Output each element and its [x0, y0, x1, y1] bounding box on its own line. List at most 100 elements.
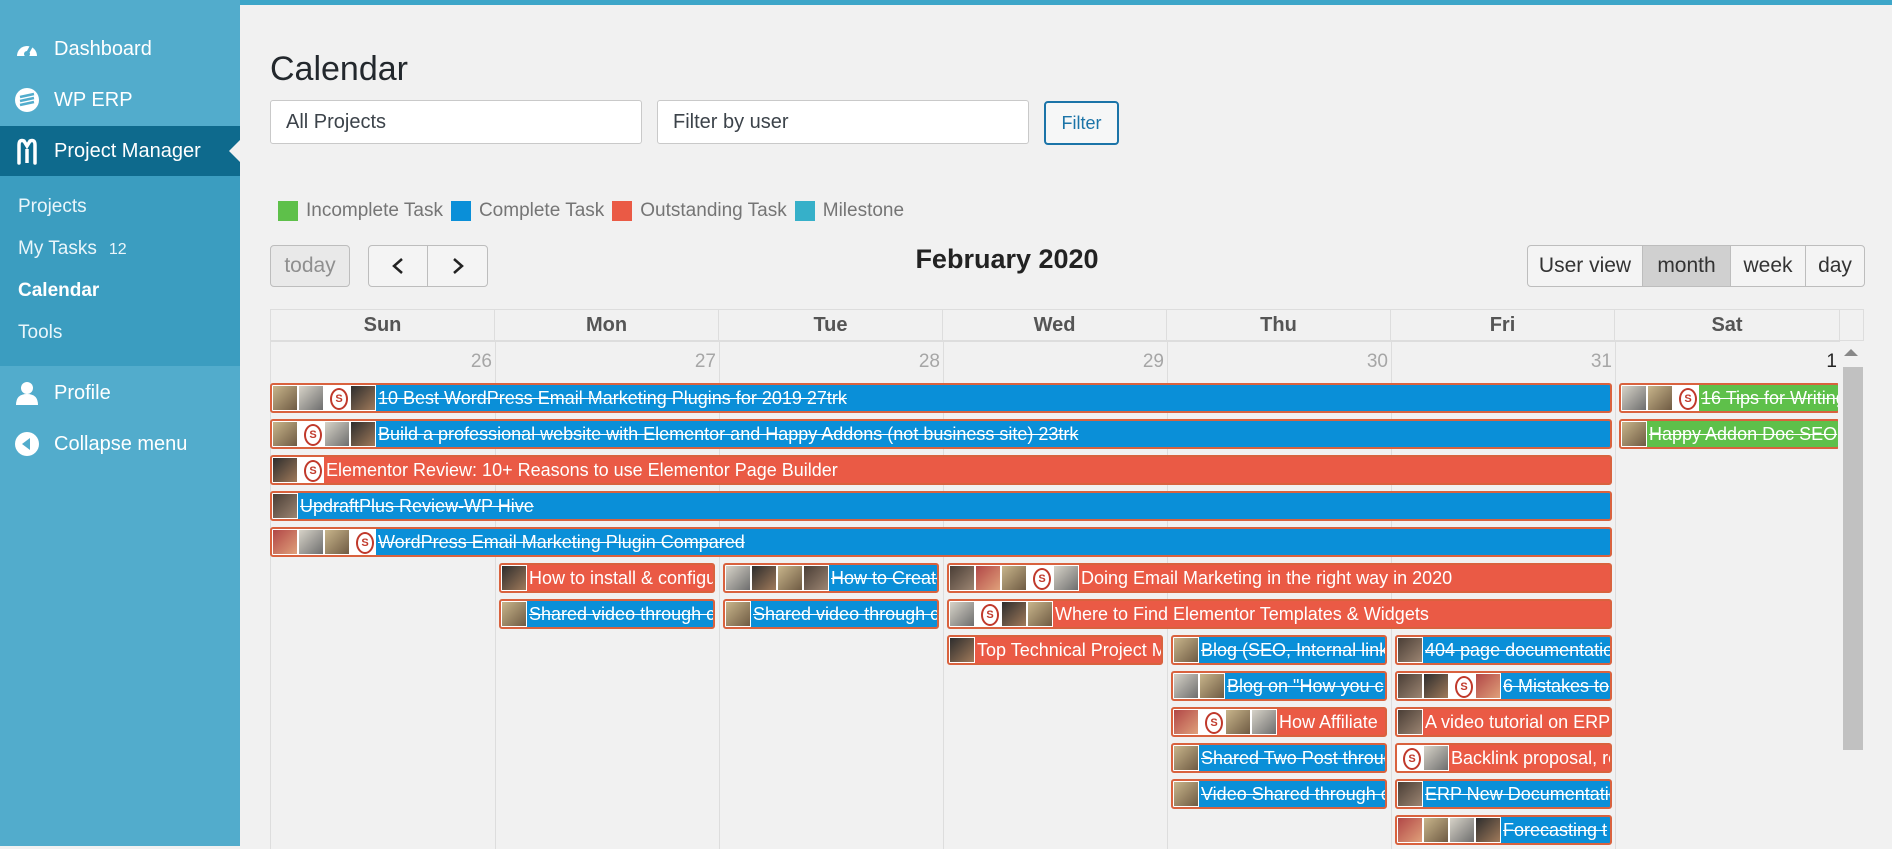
calendar-event[interactable]: How to install & configure: [499, 563, 715, 593]
header-scroll-gutter: [1840, 309, 1864, 341]
calendar-event[interactable]: How Affiliate: [1171, 707, 1387, 737]
day-number[interactable]: 26: [270, 351, 492, 373]
avatar: [1449, 673, 1475, 699]
avatar: [350, 529, 376, 555]
day-number[interactable]: 1: [1615, 351, 1837, 373]
submenu-tools[interactable]: Tools: [18, 322, 62, 344]
avatar: [949, 565, 975, 591]
legend-label: Milestone: [822, 200, 905, 221]
avatar: [1173, 637, 1199, 663]
menu-collapse[interactable]: Collapse menu: [0, 419, 240, 469]
calendar-event[interactable]: Top Technical Project M: [947, 635, 1163, 665]
submenu-calendar[interactable]: Calendar: [18, 280, 99, 302]
calendar-event[interactable]: ERP New Documentatio: [1395, 779, 1612, 809]
menu-profile[interactable]: Profile: [0, 368, 240, 418]
submenu-my-tasks[interactable]: My Tasks 12: [18, 238, 127, 260]
user-filter-select[interactable]: Filter by user: [657, 100, 1029, 144]
avatar: [1397, 709, 1423, 735]
event-title: How to install & configure: [529, 567, 715, 588]
active-caret: [229, 140, 240, 162]
calendar-event[interactable]: Video Shared through c: [1171, 779, 1387, 809]
project-manager-submenu: Projects My Tasks 12 Calendar Tools: [0, 176, 240, 366]
calendar-event[interactable]: WordPress Email Marketing Plugin Compare…: [270, 527, 1612, 557]
admin-sidebar: Dashboard WP ERP Project Manager Project…: [0, 0, 240, 846]
day-number[interactable]: 28: [719, 351, 940, 373]
menu-label: Collapse menu: [54, 432, 188, 455]
event-title: 6 Mistakes to: [1503, 675, 1610, 696]
event-title: A video tutorial on ERP: [1425, 711, 1611, 732]
avatar: [298, 385, 324, 411]
calendar-event[interactable]: How to Create: [723, 563, 939, 593]
calendar-event[interactable]: Where to Find Elementor Templates & Widg…: [947, 599, 1612, 629]
calendar-event[interactable]: Backlink proposal, re: [1395, 743, 1612, 773]
calendar-event[interactable]: UpdraftPlus Review-WP Hive: [270, 491, 1612, 521]
day-number[interactable]: 31: [1391, 351, 1612, 373]
col-header-sun: Sun: [270, 309, 495, 341]
day-number[interactable]: 29: [943, 351, 1164, 373]
day-number[interactable]: 30: [1167, 351, 1388, 373]
page-title: Calendar: [270, 50, 408, 88]
scroll-up-arrow-icon[interactable]: [1844, 349, 1858, 356]
menu-dashboard[interactable]: Dashboard: [0, 24, 240, 74]
avatar: [1173, 673, 1199, 699]
col-divider: [270, 341, 271, 849]
col-header-mon: Mon: [495, 309, 719, 341]
avatar: [975, 565, 1001, 591]
calendar-event[interactable]: Blog (SEO, Internal links: [1171, 635, 1387, 665]
menu-wp-erp[interactable]: WP ERP: [0, 75, 240, 125]
scrollbar-thumb[interactable]: [1843, 367, 1863, 750]
avatar: [1621, 385, 1647, 411]
col-header-wed: Wed: [943, 309, 1167, 341]
avatar: [350, 385, 376, 411]
event-title: 404 page documentation: [1425, 639, 1612, 660]
day-view-button[interactable]: day: [1805, 245, 1865, 287]
avatar: [1027, 565, 1053, 591]
submenu-projects[interactable]: Projects: [18, 196, 87, 218]
calendar-event[interactable]: Elementor Review: 10+ Reasons to use Ele…: [270, 455, 1612, 485]
event-title: WordPress Email Marketing Plugin Compare…: [378, 531, 745, 552]
calendar-event[interactable]: Build a professional website with Elemen…: [270, 419, 1612, 449]
calendar-event[interactable]: Doing Email Marketing in the right way i…: [947, 563, 1612, 593]
erp-icon: [13, 86, 41, 114]
event-title: Backlink proposal, re: [1451, 747, 1612, 768]
day-number[interactable]: 27: [495, 351, 716, 373]
calendar-event[interactable]: Shared video through c: [723, 599, 939, 629]
calendar-event[interactable]: 16 Tips for Writing: [1619, 383, 1840, 413]
col-divider: [943, 341, 944, 849]
menu-project-manager[interactable]: Project Manager: [0, 126, 240, 176]
today-button[interactable]: today: [270, 245, 350, 287]
avatar: [1173, 745, 1199, 771]
avatar: [949, 601, 975, 627]
calendar-event[interactable]: Blog on "How you c: [1171, 671, 1387, 701]
avatar: [272, 421, 298, 447]
avatar: [975, 601, 1001, 627]
calendar-event[interactable]: 10 Best WordPress Email Marketing Plugin…: [270, 383, 1612, 413]
event-title: Build a professional website with Elemen…: [378, 423, 1079, 444]
next-month-button[interactable]: [427, 245, 488, 287]
month-view-button[interactable]: month: [1642, 245, 1731, 287]
calendar-event[interactable]: 404 page documentation: [1395, 635, 1612, 665]
col-header-thu: Thu: [1167, 309, 1391, 341]
project-select[interactable]: All Projects: [270, 100, 642, 144]
event-title: Doing Email Marketing in the right way i…: [1081, 567, 1453, 588]
avatar: [1673, 385, 1699, 411]
calendar-month-title: February 2020: [915, 244, 1099, 274]
filter-button[interactable]: Filter: [1044, 101, 1119, 145]
calendar-event[interactable]: Shared Two Post throug: [1171, 743, 1387, 773]
calendar-event[interactable]: Forecasting t: [1395, 815, 1612, 845]
avatar: [777, 565, 803, 591]
calendar-event[interactable]: 6 Mistakes to: [1395, 671, 1612, 701]
user-view-button[interactable]: User view: [1527, 245, 1643, 287]
week-view-button[interactable]: week: [1730, 245, 1806, 287]
col-divider: [1167, 341, 1168, 849]
chevron-left-icon: [392, 258, 403, 274]
avatar: [1449, 817, 1475, 843]
calendar-event[interactable]: Shared video through c: [499, 599, 715, 629]
legend-swatch-complete: [450, 201, 471, 221]
avatar: [803, 565, 829, 591]
calendar-event[interactable]: Happy Addon Doc SEO: [1619, 419, 1840, 449]
avatar: [1027, 601, 1053, 627]
calendar-event[interactable]: A video tutorial on ERP: [1395, 707, 1612, 737]
event-title: Where to Find Elementor Templates & Widg…: [1055, 603, 1429, 624]
prev-month-button[interactable]: [368, 245, 428, 287]
